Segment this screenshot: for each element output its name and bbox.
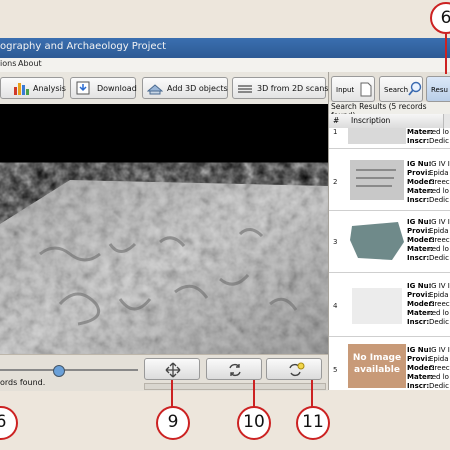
table-row[interactable]: 5 No Image available IG Nu:IG IV I Provi… (329, 340, 450, 390)
row-number: 2 (333, 178, 338, 186)
menu-bar: ions About (0, 58, 450, 73)
row-number: 4 (333, 302, 338, 310)
row-info: Mater:red lo Inscr:Dedic (407, 128, 449, 145)
callout-10: 10 (237, 406, 271, 440)
zoom-slider-track[interactable] (0, 369, 138, 371)
results-list: 1 Mater:red lo Inscr:Dedic 2 IG Nu:IG IV… (329, 128, 450, 390)
3d-from-2d-button[interactable]: 3D from 2D scans (232, 77, 329, 99)
callout-11-line (311, 380, 313, 408)
add-3d-objects-label: Add 3D objects (167, 84, 228, 93)
bar-chart-icon (14, 83, 29, 95)
reset-light-button[interactable] (266, 358, 322, 380)
tab-results-label: Resu (431, 86, 448, 94)
row-number: 5 (333, 366, 338, 374)
magnifier-icon (408, 81, 422, 96)
tab-input-label: Input (336, 86, 355, 94)
results-table-header: # Inscription (329, 114, 450, 129)
download-icon (76, 81, 90, 95)
row-number: 3 (333, 238, 338, 246)
rotate-light-icon (289, 362, 305, 377)
tab-search-label: Search (384, 86, 409, 94)
col-inscription[interactable]: Inscription (351, 116, 390, 125)
callout-6: 6 (430, 2, 450, 34)
window-title: ography and Archaeology Project (0, 41, 167, 52)
analysis-label: Analysis (33, 84, 66, 93)
stone-surface-render (0, 180, 328, 354)
tab-input[interactable]: Input (331, 76, 375, 102)
col-number: # (333, 116, 340, 125)
table-row[interactable]: 1 Mater:red lo Inscr:Dedic (329, 128, 450, 149)
callout-9-line (171, 380, 173, 408)
download-button[interactable]: Download (70, 77, 137, 99)
results-panel: Input Search Resu Search Results (5 reco… (328, 72, 450, 390)
table-row[interactable]: 2 IG Nu:IG IV I Provi:Epida Moder:Greec … (329, 154, 450, 211)
pan-button[interactable] (144, 358, 200, 380)
table-row[interactable]: 3 IG Nu:IG IV I Provi:Epida Moder:Greec … (329, 212, 450, 273)
row-info: IG Nu:IG IV I Provi:Epida Moder:Greec Ma… (407, 282, 450, 326)
stone-thumbnail (348, 128, 406, 144)
move-arrows-icon (165, 362, 181, 378)
no-image-placeholder: No Image available (348, 344, 406, 388)
callout-11: 11 (296, 406, 330, 440)
panel-tabs: Input Search Resu (329, 72, 450, 104)
stone-thumbnail (350, 222, 404, 260)
row-info: IG Nu:IG IV I Provi:Epida Moder:Greec Ma… (407, 346, 450, 390)
row-info: IG Nu:IG IV I Provi:Epida Moder:Greec Ma… (407, 218, 450, 262)
add-object-icon (147, 84, 163, 95)
status-text: ords found. (0, 378, 46, 387)
stone-thumbnail (352, 288, 402, 324)
callout-left-partial: 6 (0, 406, 18, 440)
tab-search[interactable]: Search (379, 76, 423, 102)
callout-9: 9 (156, 406, 190, 440)
viewer-controls (0, 354, 328, 391)
scan-layers-icon (238, 85, 252, 93)
rotate-icon (229, 363, 241, 377)
callout-6-line (445, 32, 447, 74)
3d-from-2d-label: 3D from 2D scans (257, 84, 329, 93)
table-row[interactable]: 4 IG Nu:IG IV I Provi:Epida Moder:Greec … (329, 276, 450, 337)
3d-viewer[interactable] (0, 104, 328, 354)
add-3d-objects-button[interactable]: Add 3D objects (142, 77, 228, 99)
zoom-slider-thumb[interactable] (53, 365, 65, 377)
row-info: IG Nu:IG IV I Provi:Epida Moder:Greec Ma… (407, 160, 450, 204)
menu-item-about[interactable]: About (18, 59, 42, 68)
app-window: ography and Archaeology Project ions Abo… (0, 0, 450, 450)
document-icon (360, 82, 372, 97)
analysis-button[interactable]: Analysis (0, 77, 66, 99)
menu-item-options[interactable]: ions (0, 59, 16, 68)
download-label: Download (97, 84, 137, 93)
callout-10-line (253, 380, 255, 408)
rotate-button[interactable] (206, 358, 262, 380)
stone-thumbnail (350, 160, 404, 200)
results-count: Search Results (5 records found) (329, 102, 450, 120)
row-number: 1 (333, 128, 338, 136)
tab-results[interactable]: Resu (426, 76, 450, 102)
title-bar: ography and Archaeology Project (0, 38, 450, 58)
